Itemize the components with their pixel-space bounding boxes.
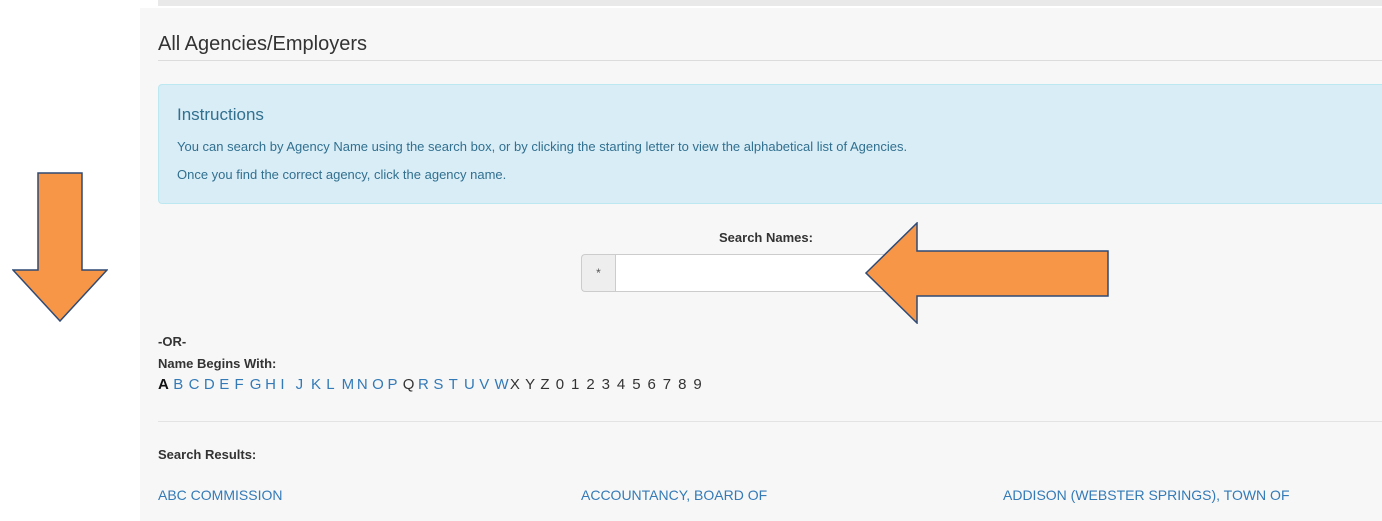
title-divider [158,60,1382,61]
required-asterisk-addon: * [581,254,615,292]
letter-v[interactable]: V [479,376,494,393]
search-names-label: Search Names: [719,230,813,245]
letter-6: 6 [647,376,656,393]
down-arrow-annotation [12,172,108,322]
letter-r[interactable]: R [418,376,433,393]
letter-4: 4 [616,376,626,393]
result-link-abc-commission[interactable]: ABC COMMISSION [158,487,282,503]
letter-0: 0 [555,376,565,393]
letter-q: Q [402,376,415,393]
instructions-heading: Instructions [177,105,264,124]
letter-n[interactable]: N [357,376,372,393]
letter-u[interactable]: U [464,376,479,393]
letter-s[interactable]: S [433,376,448,393]
letter-a: A [158,376,169,393]
letter-y: Y [525,376,536,393]
instructions-line-2: Once you find the correct agency, click … [177,167,507,182]
letter-index: ABCDEFGHIJKLMNOPQRSTUVWXYZ0123456789 [158,376,709,393]
letter-w[interactable]: W [495,376,510,393]
letter-g[interactable]: G [250,376,265,393]
page-title: All Agencies/Employers [158,33,367,55]
letter-2: 2 [586,376,595,393]
instructions-line-1: You can search by Agency Name using the … [177,139,908,154]
name-begins-with-label: Name Begins With: [158,356,277,371]
letter-1: 1 [571,376,580,393]
letter-o[interactable]: O [372,376,387,393]
letter-z: Z [540,376,550,393]
letter-x: X [509,376,520,393]
letter-d[interactable]: D [204,376,219,393]
search-input-group: * [581,254,911,292]
letter-7: 7 [662,376,672,393]
letter-m[interactable]: M [342,376,357,393]
letter-l[interactable]: L [326,376,341,393]
letter-t[interactable]: T [449,376,464,393]
letter-8: 8 [678,376,687,393]
letter-b[interactable]: B [173,376,188,393]
left-arrow-annotation [865,222,1109,324]
instructions-box: Instructions You can search by Agency Na… [158,84,1382,204]
letter-p[interactable]: P [387,376,402,393]
letter-f[interactable]: F [234,376,249,393]
results-divider [158,421,1382,422]
letter-e[interactable]: E [219,376,234,393]
top-strip [158,0,1382,6]
search-results-label: Search Results: [158,447,257,462]
letter-9: 9 [693,376,702,393]
letter-3: 3 [601,376,610,393]
letter-c[interactable]: C [189,376,204,393]
letter-j[interactable]: J [296,376,311,393]
letter-k[interactable]: K [311,376,326,393]
letter-5: 5 [632,376,641,393]
letter-i[interactable]: I [280,376,295,393]
result-link-accountancy-board[interactable]: ACCOUNTANCY, BOARD OF [581,487,767,503]
result-link-addison-town[interactable]: ADDISON (WEBSTER SPRINGS), TOWN OF [1003,487,1290,503]
or-separator: -OR- [158,334,187,349]
letter-h[interactable]: H [265,376,280,393]
